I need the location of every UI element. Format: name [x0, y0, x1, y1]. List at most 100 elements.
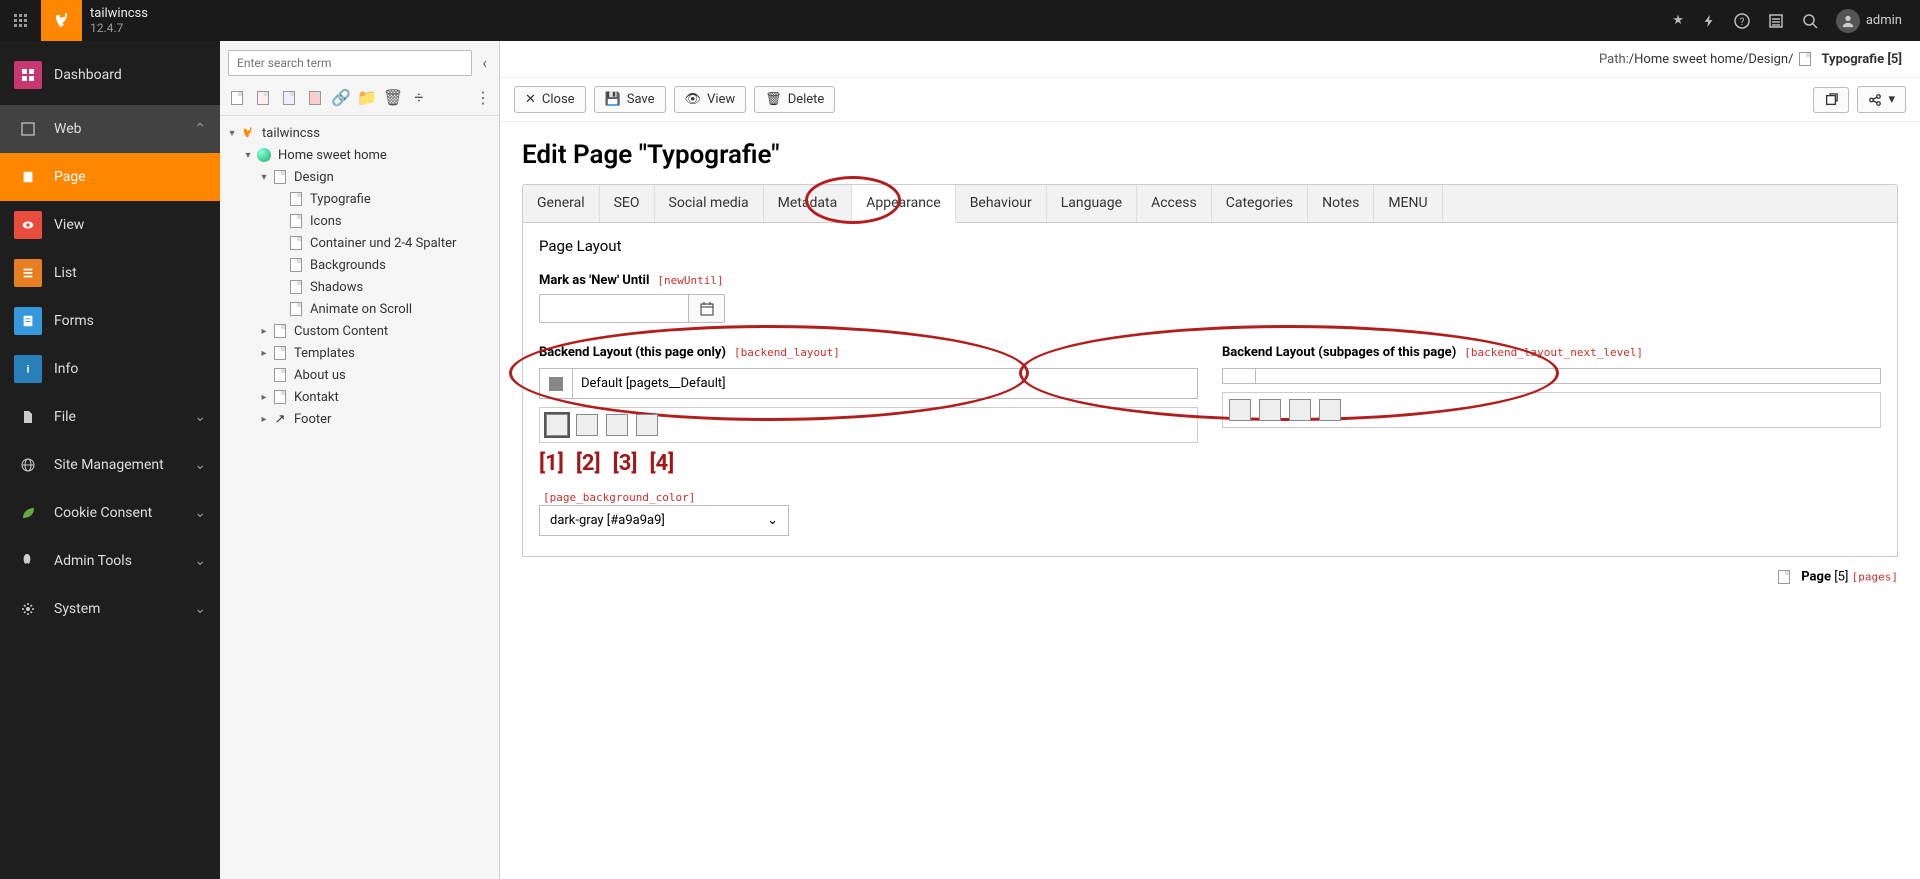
layout-sub-option-1[interactable] [1229, 399, 1251, 421]
tree-toggle-icon[interactable]: ▾ [242, 150, 254, 161]
forms-icon [14, 307, 42, 335]
tree-toggle-icon[interactable]: ▸ [258, 348, 270, 359]
tree-node[interactable]: Shadows [220, 276, 499, 298]
open-new-window-button[interactable] [1813, 87, 1849, 113]
datepicker-button[interactable] [689, 294, 725, 323]
layout-option-3[interactable] [606, 414, 628, 436]
backend-layout-label: Backend Layout (this page only) [539, 345, 726, 360]
sidebar-group-file[interactable]: File ⌄ [0, 393, 220, 441]
sidebar-group-admin[interactable]: Admin Tools ⌄ [0, 537, 220, 585]
help-icon[interactable]: ? [1734, 13, 1750, 29]
divider-icon[interactable]: ÷ [410, 89, 428, 107]
view-button[interactable]: 👁View [674, 86, 747, 113]
tree-node[interactable]: ▾Design [220, 166, 499, 188]
tab-categories[interactable]: Categories [1212, 185, 1308, 222]
tree-toggle-icon[interactable]: ▸ [258, 326, 270, 337]
new-page-icon[interactable] [228, 89, 246, 107]
breadcrumb-path[interactable]: /Home sweet home/Design/ [1629, 52, 1794, 67]
tree-toggle-icon[interactable]: ▸ [258, 392, 270, 403]
list-module-icon [14, 259, 42, 287]
tree-collapse-button[interactable]: ‹ [478, 49, 491, 76]
sidebar-group-sitemgmt[interactable]: Site Management ⌄ [0, 441, 220, 489]
tree-node[interactable]: ▸Templates [220, 342, 499, 364]
info-icon: i [14, 355, 42, 383]
tab-appearance[interactable]: Appearance [852, 185, 955, 223]
layout-sub-preview-icon [1222, 368, 1256, 384]
tree-node[interactable]: Animate on Scroll [220, 298, 499, 320]
tree-more-icon[interactable]: ⋮ [475, 88, 491, 107]
backend-layout-select[interactable]: Default [pagets__Default] [573, 368, 1198, 399]
layout-option-1[interactable] [546, 414, 568, 436]
tree-node[interactable]: Backgrounds [220, 254, 499, 276]
tree-root[interactable]: ▾ tailwincss [220, 122, 499, 144]
sidebar-item-view[interactable]: View [0, 201, 220, 249]
backend-layout-key: [backend_layout] [734, 346, 840, 359]
bg-color-select[interactable]: dark-gray [#a9a9a9] ⌄ [539, 505, 789, 536]
new-page-type2-icon[interactable] [280, 89, 298, 107]
sidebar-item-info[interactable]: i Info [0, 345, 220, 393]
layout-sub-option-3[interactable] [1289, 399, 1311, 421]
sidebar-item-forms[interactable]: Forms [0, 297, 220, 345]
layout-option-2[interactable] [576, 414, 598, 436]
sidebar-item-list[interactable]: List [0, 249, 220, 297]
new-page-red-icon[interactable] [306, 89, 324, 107]
delete-button[interactable]: 🗑Delete [754, 86, 835, 113]
tree-node[interactable]: ▸↗Footer [220, 408, 499, 430]
tab-access[interactable]: Access [1137, 185, 1212, 222]
tree-toggle-icon[interactable]: ▾ [258, 172, 270, 183]
layout-sub-option-2[interactable] [1259, 399, 1281, 421]
backend-layout-sub-select[interactable] [1256, 368, 1881, 384]
breadcrumb-title[interactable]: Typografie [5] [1821, 52, 1902, 67]
tab-social-media[interactable]: Social media [655, 185, 764, 222]
link-icon[interactable]: 🔗 [332, 89, 350, 107]
new-page-type1-icon[interactable] [254, 89, 272, 107]
star-icon[interactable]: ★ [1672, 13, 1684, 28]
annotation-numbers: [1] [2] [3] [4] [539, 451, 1881, 476]
brand-version: 12.4.7 [90, 21, 148, 35]
sidebar-group-cookie[interactable]: Cookie Consent ⌄ [0, 489, 220, 537]
eye-icon: 👁 [685, 92, 702, 107]
tree-node[interactable]: Typografie [220, 188, 499, 210]
sidebar-group-system[interactable]: System ⌄ [0, 585, 220, 633]
tab-menu[interactable]: MENU [1374, 185, 1442, 222]
tree-node[interactable]: ▸Kontakt [220, 386, 499, 408]
tree-node[interactable]: Container und 2-4 Spalter [220, 232, 499, 254]
sidebar-dashboard[interactable]: Dashboard [0, 51, 220, 99]
tab-metadata[interactable]: Metadata [764, 185, 853, 222]
backend-layout-field: Backend Layout (this page only) [backend… [539, 337, 1198, 443]
tree-toggle-icon[interactable]: ▾ [226, 128, 238, 139]
tab-notes[interactable]: Notes [1308, 185, 1374, 222]
sidebar-group-web[interactable]: Web ⌃ [0, 105, 220, 153]
layout-option-4[interactable] [636, 414, 658, 436]
sidebar-group-admin-label: Admin Tools [54, 553, 132, 569]
layout-sub-option-4[interactable] [1319, 399, 1341, 421]
tab-language[interactable]: Language [1047, 185, 1137, 222]
page-icon [272, 389, 288, 405]
tree-node[interactable]: ▾Home sweet home [220, 144, 499, 166]
sidebar-item-page[interactable]: Page [0, 153, 220, 201]
tree-search-input[interactable] [228, 50, 472, 76]
tab-general[interactable]: General [523, 185, 600, 222]
share-button[interactable]: ▾ [1857, 86, 1906, 113]
trash-icon[interactable]: 🗑 [384, 89, 402, 107]
folder-icon[interactable]: 📁 [358, 89, 376, 107]
user-menu[interactable]: admin [1836, 9, 1902, 33]
tree-node[interactable]: Icons [220, 210, 499, 232]
web-icon [14, 115, 42, 143]
list-icon[interactable] [1768, 13, 1784, 29]
save-button[interactable]: 💾Save [594, 86, 666, 113]
typo3-logo[interactable] [41, 0, 82, 41]
bolt-icon[interactable] [1702, 14, 1716, 28]
tab-seo[interactable]: SEO [600, 185, 655, 222]
tree-node-label: Container und 2-4 Spalter [310, 236, 456, 251]
newuntil-input[interactable] [539, 294, 689, 323]
tree-node[interactable]: ▸Custom Content [220, 320, 499, 342]
tree-toggle-icon[interactable]: ▸ [258, 414, 270, 425]
tab-behaviour[interactable]: Behaviour [956, 185, 1047, 222]
close-button[interactable]: ✕Close [514, 86, 586, 113]
tree-node[interactable]: About us [220, 364, 499, 386]
apps-grid-icon[interactable] [0, 0, 41, 41]
dashboard-icon [14, 61, 42, 89]
search-icon[interactable] [1802, 13, 1818, 29]
path-bar: Path: /Home sweet home/Design/ Typografi… [500, 41, 1920, 78]
